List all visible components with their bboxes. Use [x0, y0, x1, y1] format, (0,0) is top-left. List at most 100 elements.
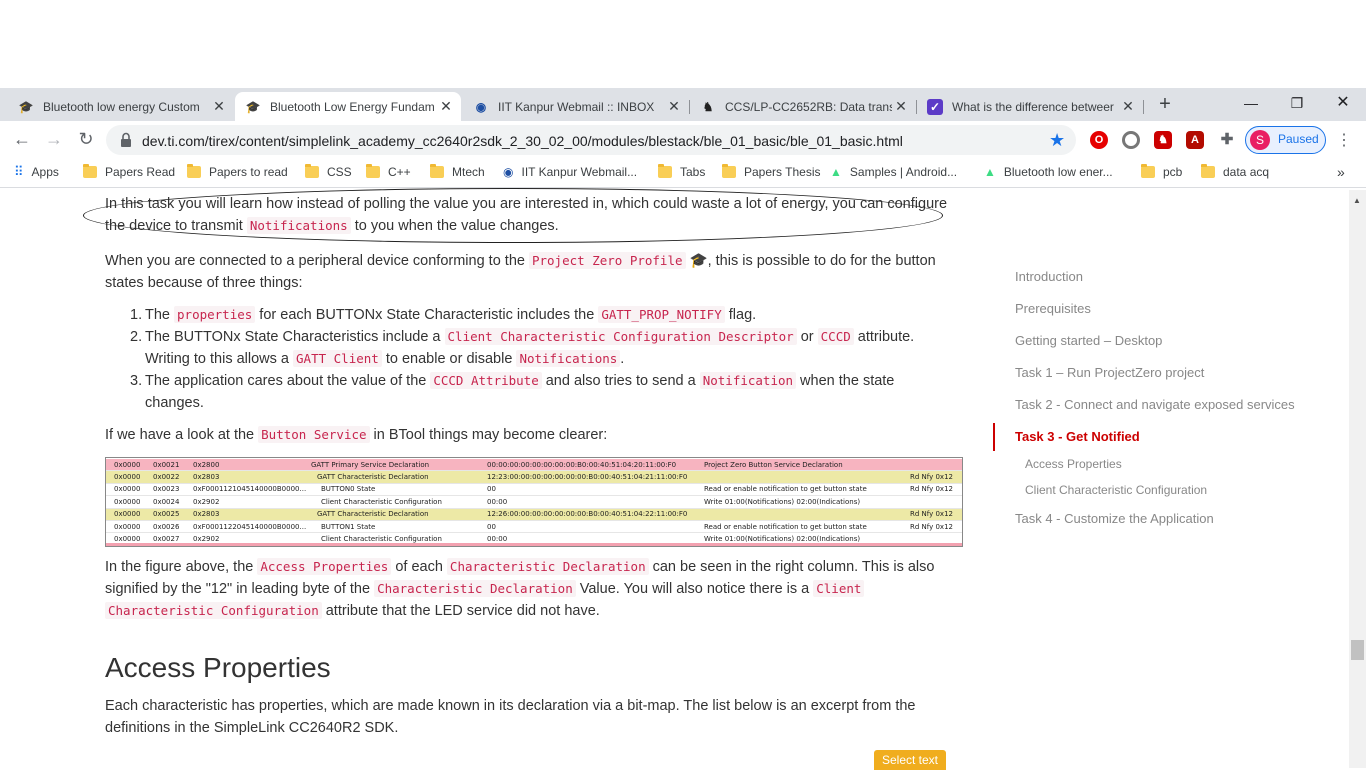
hand-drawn-ellipse [83, 188, 943, 243]
bookmarks-overflow-icon[interactable]: » [1337, 164, 1345, 180]
toc-task-2[interactable]: Task 2 - Connect and navigate exposed se… [1015, 397, 1295, 412]
gatt-cell: BUTTON1 State [321, 522, 376, 531]
close-icon[interactable]: ✕ [437, 98, 455, 115]
gatt-cell: 0x0022 [153, 473, 180, 482]
gatt-cell: 0x2902 [193, 497, 220, 506]
tab-ti-e2e[interactable]: ♞ CCS/LP-CC2652RB: Data transf ✕ [690, 92, 917, 121]
gatt-cell: Write 01:00(Notifications) 02:00(Indicat… [704, 535, 861, 544]
gatt-cell: 0x0021 [153, 460, 180, 469]
forward-button[interactable]: → [44, 129, 64, 149]
folder-icon [187, 164, 201, 178]
bookmark-samples-android[interactable]: ▲ Samples | Android... [830, 163, 957, 181]
toc-task-1[interactable]: Task 1 – Run ProjectZero project [1015, 365, 1204, 380]
minimize-button[interactable]: — [1228, 88, 1274, 118]
toc-task-4[interactable]: Task 4 - Customize the Application [1015, 511, 1214, 526]
gatt-cell: Read or enable notification to get butto… [704, 485, 867, 494]
scrollbar-thumb[interactable] [1351, 640, 1364, 660]
menu-kebab-icon[interactable]: ⋮ [1336, 130, 1352, 150]
toc-prerequisites[interactable]: Prerequisites [1015, 301, 1091, 316]
gatt-table-row: 0x0000 0x0026 0xF0001122045140000B0000... B… [106, 521, 962, 534]
gatt-cell: Rd Nfy 0x12 [910, 485, 953, 494]
list-item: 1. The properties for each BUTTONx State… [130, 306, 757, 323]
scrollbar[interactable] [1349, 190, 1366, 768]
access-properties-paragraph: Each characteristic has properties, whic… [105, 698, 916, 736]
tab-iitk-webmail[interactable]: ◉ IIT Kanpur Webmail :: INBOX ✕ [463, 92, 690, 121]
close-icon[interactable]: ✕ [1119, 98, 1137, 115]
ti-extension-icon[interactable]: ♞ [1154, 131, 1172, 149]
avatar[interactable]: S [1250, 130, 1270, 150]
bookmark-iitk-webmail[interactable]: ◉ IIT Kanpur Webmail... [503, 163, 637, 181]
gatt-cell: 12:26:00:00:00:00:00:00:00:B0:00:40:51:0… [487, 510, 688, 519]
bookmark-bluetooth-low-energy[interactable]: ▲ Bluetooth low ener... [984, 163, 1113, 181]
gatt-cell: Rd Nfy 0x12 [910, 522, 953, 531]
puzzle-icon[interactable]: ✚ [1218, 131, 1236, 149]
select-text-button[interactable]: Select text [874, 750, 946, 770]
scroll-up-icon[interactable]: ▲ [1353, 196, 1361, 205]
ti-icon: ♞ [702, 99, 714, 114]
android-icon: ▲ [830, 165, 842, 179]
gatt-cell: 0x0026 [153, 522, 180, 531]
gatt-cell: Rd Nfy 0x12 [910, 510, 953, 519]
toc-client-characteristic-configuration[interactable]: Client Characteristic Configuration [1025, 483, 1207, 497]
toc-task-3[interactable]: Task 3 - Get Notified [1015, 429, 1140, 444]
bookmark-css[interactable]: CSS [305, 163, 352, 181]
restore-button[interactable]: ❐ [1274, 88, 1320, 118]
reload-button[interactable]: ↻ [76, 129, 96, 149]
circle-extension-icon[interactable] [1122, 131, 1140, 149]
close-window-button[interactable]: ✕ [1320, 88, 1366, 118]
gatt-cell: 0x0000 [114, 535, 141, 544]
quora-icon: ✓ [927, 98, 943, 115]
tab-bluetooth-fundamentals[interactable]: 🎓 Bluetooth Low Energy Fundam ✕ [235, 92, 461, 121]
gatt-cell: 0x0000 [114, 473, 141, 482]
tab-difference[interactable]: ✓ What is the difference betweer ✕ [917, 92, 1144, 121]
gatt-cell: 0x0023 [153, 485, 180, 494]
folder-icon [305, 164, 319, 178]
toc-getting-started[interactable]: Getting started – Desktop [1015, 333, 1162, 348]
top-blank-area [0, 0, 1366, 88]
code-project-zero-profile[interactable]: Project Zero Profile [528, 252, 686, 269]
gatt-table-row: 0x0000 0x0025 0x2803 GATT Characteristic De… [106, 508, 962, 521]
gatt-cell: 0xF0001121045140000B0000... [193, 485, 307, 494]
bookmark-apps[interactable]: ⠿ Apps [14, 163, 59, 181]
opera-extension-icon[interactable]: O [1090, 131, 1108, 149]
graduation-cap-icon: 🎓 [18, 99, 34, 114]
folder-icon [83, 164, 97, 178]
btool-figure: 0x0000 0x0021 0x2800 GATT Primary Service D… [105, 457, 963, 547]
pdf-extension-icon[interactable]: A [1186, 131, 1204, 149]
folder-icon [430, 164, 444, 178]
folder-icon [1201, 164, 1215, 178]
gatt-table-row: 0x0000 0x0023 0xF0001121045140000B0000... B… [106, 484, 962, 497]
three-things-list: 1. The properties for each BUTTONx State… [130, 304, 960, 414]
close-icon[interactable]: ✕ [892, 98, 910, 115]
bookmark-papers-thesis[interactable]: Papers Thesis [722, 163, 820, 181]
bookmark-star-icon[interactable]: ★ [1049, 130, 1065, 151]
gatt-cell: Rd Nfy 0x12 [910, 473, 953, 482]
profile-status: Paused [1278, 132, 1319, 146]
tab-bluetooth-custom[interactable]: 🎓 Bluetooth low energy Custom ✕ [8, 92, 234, 121]
url-text[interactable]: dev.ti.com/tirex/content/simplelink_acad… [142, 133, 903, 149]
gatt-cell: 00:00 [487, 497, 508, 506]
bookmark-cpp[interactable]: C++ [366, 163, 411, 181]
toc-introduction[interactable]: Introduction [1015, 269, 1083, 284]
profile-paragraph: When you are connected to a peripheral d… [105, 252, 936, 291]
close-icon[interactable]: ✕ [665, 98, 683, 115]
gatt-cell: 0x2803 [193, 510, 220, 519]
gatt-cell: 00:00 [487, 535, 508, 544]
bookmark-papers-read[interactable]: Papers Read [83, 163, 175, 181]
back-button[interactable]: ← [12, 129, 32, 149]
figure-bottom-border [106, 543, 962, 546]
close-icon[interactable]: ✕ [210, 98, 228, 115]
bookmark-tabs[interactable]: Tabs [658, 163, 705, 181]
bookmark-pcb[interactable]: pcb [1141, 163, 1182, 181]
bookmark-mtech[interactable]: Mtech [430, 163, 485, 181]
android-icon: ▲ [984, 165, 996, 179]
gatt-table-row: 0x0000 0x0021 0x2800 GATT Primary Service D… [106, 459, 962, 472]
lock-icon[interactable] [120, 132, 132, 148]
bookmark-data-acq[interactable]: data acq [1201, 163, 1269, 181]
gatt-cell: 0x0000 [114, 497, 141, 506]
toc-access-properties[interactable]: Access Properties [1025, 457, 1122, 471]
folder-icon [722, 164, 736, 178]
new-tab-button[interactable]: + [1154, 93, 1176, 115]
bookmark-papers-to-read[interactable]: Papers to read [187, 163, 288, 181]
gatt-cell: 12:23:00:00:00:00:00:00:00:B0:00:40:51:0… [487, 473, 688, 482]
